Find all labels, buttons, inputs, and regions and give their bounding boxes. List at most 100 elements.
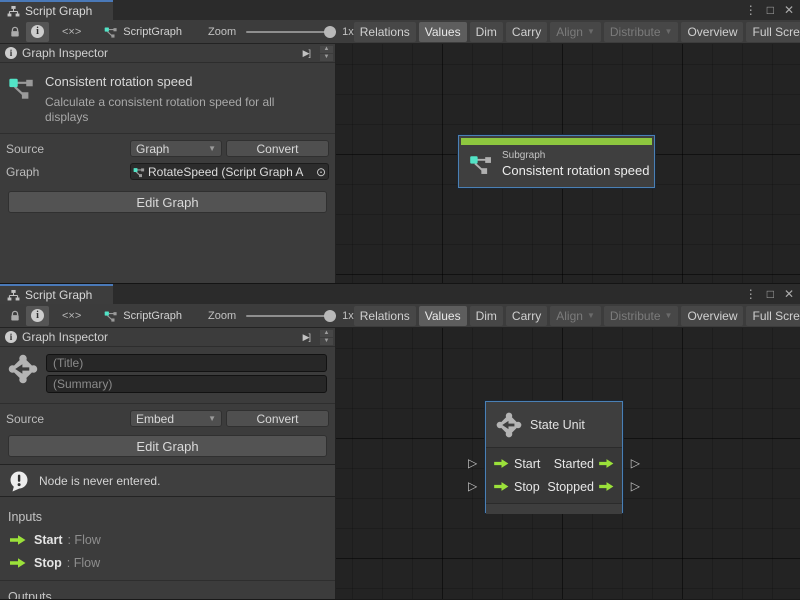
overview-button[interactable]: Overview bbox=[681, 306, 743, 326]
object-picker-icon[interactable]: ⊙ bbox=[316, 165, 326, 179]
inspector-toggle-button[interactable]: i bbox=[26, 22, 49, 42]
external-port-triangle[interactable]: ▷ bbox=[631, 480, 640, 492]
relations-button[interactable]: Relations bbox=[354, 22, 416, 42]
flow-in-icon[interactable] bbox=[494, 458, 509, 469]
zoom-slider-handle[interactable] bbox=[324, 26, 336, 38]
info-icon: i bbox=[5, 47, 17, 59]
fullscreen-button[interactable]: Full Screen bbox=[746, 306, 800, 326]
subgraph-icon bbox=[469, 152, 493, 176]
node-kind-label: Subgraph bbox=[502, 150, 649, 161]
lock-button[interactable] bbox=[4, 306, 26, 326]
lock-button[interactable] bbox=[4, 22, 26, 42]
toolbar-buttons: Relations Values Dim Carry Align▼ Distri… bbox=[354, 306, 800, 326]
breadcrumb-label: ScriptGraph bbox=[123, 26, 182, 38]
close-icon[interactable]: ✕ bbox=[784, 288, 794, 300]
info-icon: i bbox=[5, 331, 17, 343]
chevron-down-icon: ▼ bbox=[665, 311, 673, 320]
breadcrumb[interactable]: ScriptGraph bbox=[104, 25, 182, 39]
code-preview-button[interactable]: <×> bbox=[57, 306, 86, 326]
code-preview-button[interactable]: <×> bbox=[57, 22, 86, 42]
close-icon[interactable]: ✕ bbox=[784, 4, 794, 16]
values-button[interactable]: Values bbox=[419, 22, 467, 42]
source-dropdown[interactable]: Embed ▼ bbox=[130, 410, 222, 427]
align-button[interactable]: Align▼ bbox=[550, 22, 601, 42]
maximize-icon[interactable]: □ bbox=[767, 4, 774, 16]
port-row: Start Started bbox=[486, 452, 622, 475]
edit-graph-button[interactable]: Edit Graph bbox=[8, 191, 327, 213]
dim-button[interactable]: Dim bbox=[470, 22, 503, 42]
maximize-icon[interactable]: □ bbox=[767, 288, 774, 300]
values-button[interactable]: Values bbox=[419, 306, 467, 326]
external-port-triangle[interactable]: ▷ bbox=[468, 480, 477, 492]
breadcrumb[interactable]: ScriptGraph bbox=[104, 309, 182, 323]
external-port-triangle[interactable]: ▷ bbox=[468, 457, 477, 469]
align-button[interactable]: Align▼ bbox=[550, 306, 601, 326]
node-summary: Consistent rotation speed Calculate a co… bbox=[0, 63, 335, 133]
title-input[interactable] bbox=[46, 354, 327, 372]
zoom-slider[interactable] bbox=[246, 31, 336, 33]
flow-arrow-icon bbox=[10, 534, 26, 546]
scroll-down-icon[interactable]: ▼ bbox=[320, 338, 333, 345]
graph-icon bbox=[104, 309, 118, 323]
zoom-slider-handle[interactable] bbox=[324, 310, 336, 322]
graph-label: Graph bbox=[6, 165, 130, 179]
window-content: i Graph Inspector ▶] ▲ ▼ Consistent rota… bbox=[0, 44, 800, 284]
node-title: Consistent rotation speed bbox=[502, 163, 649, 178]
fullscreen-button[interactable]: Full Screen bbox=[746, 22, 800, 42]
distribute-button[interactable]: Distribute▼ bbox=[604, 306, 679, 326]
dock-icon[interactable]: ▶] bbox=[303, 48, 310, 59]
port-in-label[interactable]: Start bbox=[514, 457, 540, 471]
dock-icon[interactable]: ▶] bbox=[303, 332, 310, 343]
code-icon: <×> bbox=[62, 310, 81, 322]
relations-button[interactable]: Relations bbox=[354, 306, 416, 326]
inspector-scrollbar[interactable]: ▲ ▼ bbox=[319, 329, 334, 346]
distribute-button[interactable]: Distribute▼ bbox=[604, 22, 679, 42]
node-footer bbox=[486, 504, 622, 514]
warning-text: Node is never entered. bbox=[39, 474, 160, 488]
carry-button[interactable]: Carry bbox=[506, 306, 547, 326]
overview-button[interactable]: Overview bbox=[681, 22, 743, 42]
port-out-label[interactable]: Started bbox=[554, 457, 594, 471]
flow-out-icon[interactable] bbox=[599, 481, 614, 492]
flow-in-icon[interactable] bbox=[494, 481, 509, 492]
chevron-down-icon: ▼ bbox=[665, 27, 673, 36]
convert-button[interactable]: Convert bbox=[226, 140, 329, 157]
node-color-bar bbox=[461, 138, 652, 145]
port-out-label[interactable]: Stopped bbox=[547, 480, 594, 494]
tab-label: Script Graph bbox=[25, 288, 92, 302]
subgraph-node[interactable]: Subgraph Consistent rotation speed bbox=[458, 135, 655, 188]
inspector-title: Graph Inspector bbox=[22, 330, 108, 344]
convert-button[interactable]: Convert bbox=[226, 410, 329, 427]
flow-out-icon[interactable] bbox=[599, 458, 614, 469]
menu-icon[interactable]: ⋮ bbox=[745, 288, 757, 300]
window-content: i Graph Inspector ▶] ▲ ▼ bbox=[0, 328, 800, 599]
source-dropdown[interactable]: Graph ▼ bbox=[130, 140, 222, 157]
summary-input[interactable] bbox=[46, 375, 327, 393]
graph-canvas[interactable]: Subgraph Consistent rotation speed bbox=[336, 44, 800, 284]
zoom-slider[interactable] bbox=[246, 315, 336, 317]
zoom-control: Zoom 1x bbox=[208, 310, 354, 322]
tab-script-graph[interactable]: Script Graph bbox=[0, 0, 113, 20]
scroll-down-icon[interactable]: ▼ bbox=[320, 54, 333, 61]
scroll-up-icon[interactable]: ▲ bbox=[320, 46, 333, 53]
inspector-toggle-button[interactable]: i bbox=[26, 306, 49, 326]
hierarchy-icon bbox=[7, 5, 20, 18]
menu-icon[interactable]: ⋮ bbox=[745, 4, 757, 16]
source-field-row: Source Embed ▼ Convert bbox=[0, 410, 335, 427]
carry-button[interactable]: Carry bbox=[506, 22, 547, 42]
inspector-scrollbar[interactable]: ▲ ▼ bbox=[319, 45, 334, 62]
tab-script-graph[interactable]: Script Graph bbox=[0, 284, 113, 304]
port-in-label[interactable]: Stop bbox=[514, 480, 540, 494]
external-port-triangle[interactable]: ▷ bbox=[631, 457, 640, 469]
edit-graph-button[interactable]: Edit Graph bbox=[8, 435, 327, 457]
state-unit-node[interactable]: State Unit Start Started bbox=[485, 401, 623, 513]
scroll-up-icon[interactable]: ▲ bbox=[320, 330, 333, 337]
graph-canvas[interactable]: State Unit Start Started bbox=[336, 328, 800, 599]
inspector-title: Graph Inspector bbox=[22, 46, 108, 60]
inspector-header: i Graph Inspector ▶] bbox=[0, 44, 335, 63]
source-label: Source bbox=[6, 412, 130, 426]
graph-object-field[interactable]: RotateSpeed (Script Graph A ⊙ bbox=[130, 163, 329, 180]
graph-icon bbox=[133, 166, 145, 178]
dim-button[interactable]: Dim bbox=[470, 306, 503, 326]
node-title: Consistent rotation speed bbox=[45, 74, 321, 89]
